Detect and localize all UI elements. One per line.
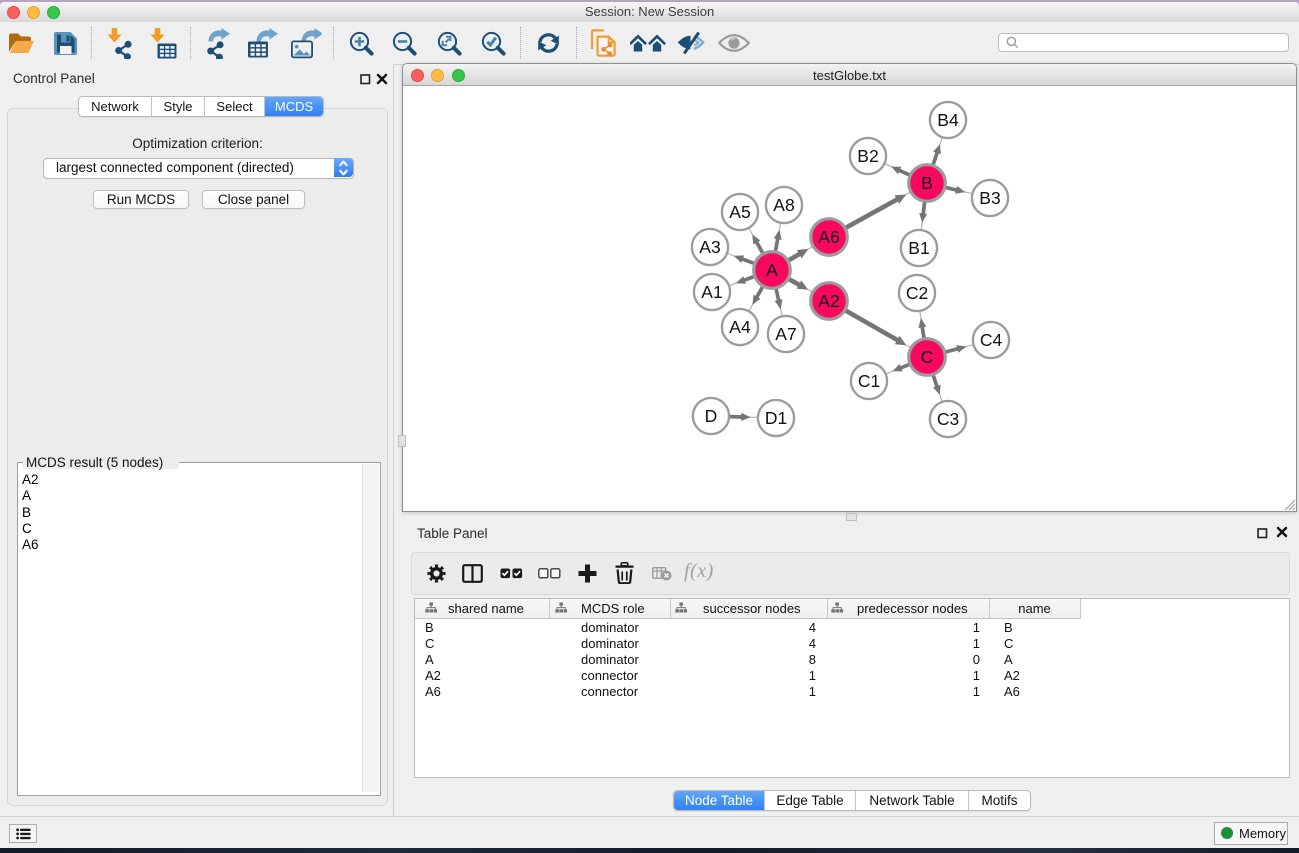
- svg-text:A4: A4: [729, 317, 751, 337]
- svg-text:A1: A1: [701, 282, 722, 302]
- svg-text:A5: A5: [729, 202, 750, 222]
- svg-text:B4: B4: [937, 110, 959, 130]
- svg-text:C1: C1: [858, 371, 880, 391]
- svg-text:B1: B1: [908, 238, 929, 258]
- svg-text:A6: A6: [818, 227, 839, 247]
- svg-text:B: B: [921, 173, 933, 193]
- svg-text:A2: A2: [818, 291, 839, 311]
- svg-text:C: C: [921, 347, 934, 367]
- svg-text:C3: C3: [937, 409, 959, 429]
- svg-text:B3: B3: [979, 188, 1000, 208]
- svg-text:A8: A8: [773, 195, 794, 215]
- svg-text:D1: D1: [765, 408, 787, 428]
- svg-text:C4: C4: [980, 330, 1003, 350]
- svg-text:A7: A7: [775, 324, 796, 344]
- svg-text:B2: B2: [857, 146, 878, 166]
- svg-text:D: D: [705, 406, 718, 426]
- svg-text:A: A: [766, 260, 778, 280]
- svg-text:A3: A3: [699, 237, 720, 257]
- svg-text:C2: C2: [906, 283, 928, 303]
